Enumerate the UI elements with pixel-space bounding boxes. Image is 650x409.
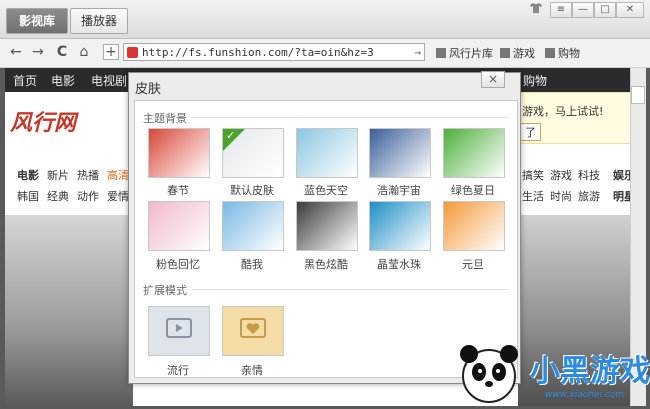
navigation-bar: ← → C ⌂ + http://fs.funshion.com/?ta=oin… <box>0 39 650 68</box>
skin-thumbnail-black-cool[interactable] <box>296 201 358 251</box>
category-item[interactable]: 电影 <box>17 167 39 183</box>
skin-thumbnail-pink-memories[interactable] <box>148 201 210 251</box>
category-item[interactable]: 游戏 <box>550 167 572 183</box>
bookmark-shopping[interactable]: 购物 <box>545 45 580 61</box>
skin-name: 绿色夏日 <box>451 184 495 197</box>
mode-name: 亲情 <box>241 364 263 377</box>
category-item[interactable]: 爱情 <box>107 188 129 204</box>
category-item[interactable]: 高清 <box>107 167 129 183</box>
tab-video-library[interactable]: 影视库 <box>6 8 68 34</box>
back-icon[interactable]: ← <box>8 44 24 60</box>
skin-thumbnail-water-drops[interactable] <box>369 201 431 251</box>
mode-name: 流行 <box>167 364 189 377</box>
watermark-url: www.xiaohei.com <box>545 390 625 400</box>
minimize-button[interactable]: — <box>572 2 594 18</box>
bookmark-games[interactable]: 游戏 <box>500 45 535 61</box>
promo-button[interactable]: 了 <box>520 123 541 141</box>
category-item[interactable]: 经典 <box>47 188 69 204</box>
dialog-close-button[interactable]: × <box>481 71 505 88</box>
cart-icon <box>545 48 555 58</box>
home-icon[interactable]: ⌂ <box>76 44 92 60</box>
site-nav-movies[interactable]: 电影 <box>51 72 75 89</box>
site-logo[interactable]: 风行网 <box>10 105 76 137</box>
maximize-button[interactable]: □ <box>594 2 616 18</box>
close-window-button[interactable]: ✕ <box>616 2 644 18</box>
category-item[interactable]: 动作 <box>77 188 99 204</box>
selected-check-icon: ✓ <box>223 129 245 151</box>
shirt-icon[interactable] <box>526 2 546 16</box>
skin-name: 元旦 <box>462 258 484 271</box>
category-item[interactable]: 韩国 <box>17 188 39 204</box>
skin-thumbnail-default[interactable]: ✓ <box>222 128 284 178</box>
skin-name: 粉色回忆 <box>156 258 200 271</box>
skin-name: 晶莹水珠 <box>377 258 421 271</box>
divider <box>192 117 508 118</box>
refresh-icon[interactable]: C <box>54 44 70 60</box>
skin-name: 默认皮肤 <box>230 184 274 197</box>
film-icon <box>436 48 446 58</box>
category-item[interactable]: 热播 <box>77 167 99 183</box>
mode-thumbnail-family[interactable] <box>222 306 284 356</box>
tab-player[interactable]: 播放器 <box>70 8 128 34</box>
url-text[interactable]: http://fs.funshion.com/?ta=oin&hz=3 <box>142 46 374 59</box>
bookmark-film-library[interactable]: 风行片库 <box>436 45 493 61</box>
category-item[interactable]: 搞笑 <box>522 167 544 183</box>
skin-thumbnail-new-year[interactable] <box>443 201 505 251</box>
category-item[interactable]: 时尚 <box>550 188 572 204</box>
menu-button[interactable]: ≡ <box>550 2 572 18</box>
divider <box>192 289 508 290</box>
skin-name: 黑色炫酷 <box>304 258 348 271</box>
site-nav-shopping[interactable]: 购物 <box>523 72 547 89</box>
skin-thumbnail-green-summer[interactable] <box>443 128 505 178</box>
mode-thumbnail-popular[interactable] <box>148 306 210 356</box>
site-favicon-icon <box>127 47 138 58</box>
go-icon[interactable]: → <box>414 44 421 62</box>
section-title-themes: 主题背景 <box>143 112 187 125</box>
category-item[interactable]: 生活 <box>522 188 544 204</box>
skin-thumbnail-spring-festival[interactable] <box>148 128 210 178</box>
category-item[interactable]: 旅游 <box>578 188 600 204</box>
skin-thumbnail-universe[interactable] <box>369 128 431 178</box>
game-icon <box>500 48 510 58</box>
skin-name: 春节 <box>167 184 189 197</box>
forward-icon[interactable]: → <box>30 44 46 60</box>
category-item[interactable]: 新片 <box>47 167 69 183</box>
promo-banner[interactable]: 游戏，马上试试! 了 <box>513 92 632 144</box>
dialog-title: 皮肤 <box>135 82 162 97</box>
skin-thumbnail-blue-sky[interactable] <box>296 128 358 178</box>
site-nav-home[interactable]: 首页 <box>13 72 37 89</box>
add-tab-icon[interactable]: + <box>103 44 119 60</box>
poster-image-left[interactable] <box>5 215 133 406</box>
promo-text: 游戏，马上试试! <box>522 105 604 118</box>
watermark-text: 小黑游戏 <box>530 354 650 389</box>
skin-name: 蓝色天空 <box>304 184 348 197</box>
scrollbar-thumb[interactable] <box>631 86 645 104</box>
category-item[interactable]: 科技 <box>578 167 600 183</box>
skin-thumbnail-kuwo[interactable] <box>222 201 284 251</box>
site-nav-tv[interactable]: 电视剧 <box>91 72 127 89</box>
section-title-extended-mode: 扩展模式 <box>143 284 187 297</box>
address-bar[interactable]: http://fs.funshion.com/?ta=oin&hz=3 → <box>123 43 425 61</box>
skin-name: 浩瀚宇宙 <box>377 184 421 197</box>
skin-name: 酷我 <box>241 258 263 271</box>
panda-logo-icon <box>455 338 523 406</box>
